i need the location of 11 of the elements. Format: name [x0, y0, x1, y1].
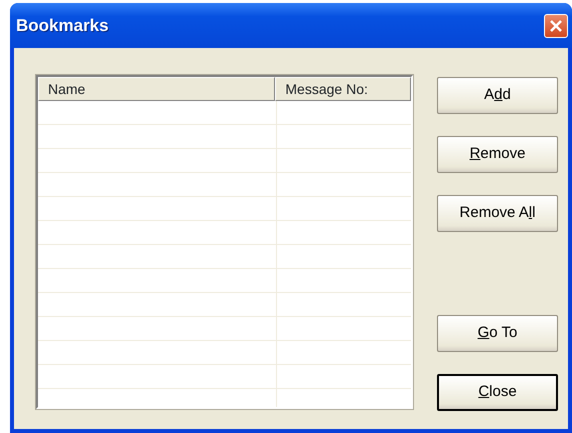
dialog-button[interactable]: Remove	[437, 136, 558, 173]
bookmark-list[interactable]: Name Message No:	[36, 75, 413, 409]
dialog-button[interactable]: Add	[437, 77, 558, 114]
column-header[interactable]: Message No:	[275, 77, 411, 101]
column-header[interactable]: Name	[38, 77, 276, 101]
close-icon	[548, 18, 564, 34]
window-title: Bookmarks	[16, 14, 109, 37]
dialog-button[interactable]: Close	[437, 374, 558, 411]
dialog-button[interactable]: Go To	[437, 315, 558, 352]
close-button[interactable]	[544, 14, 568, 38]
dialog-button[interactable]: Remove All	[437, 195, 558, 232]
